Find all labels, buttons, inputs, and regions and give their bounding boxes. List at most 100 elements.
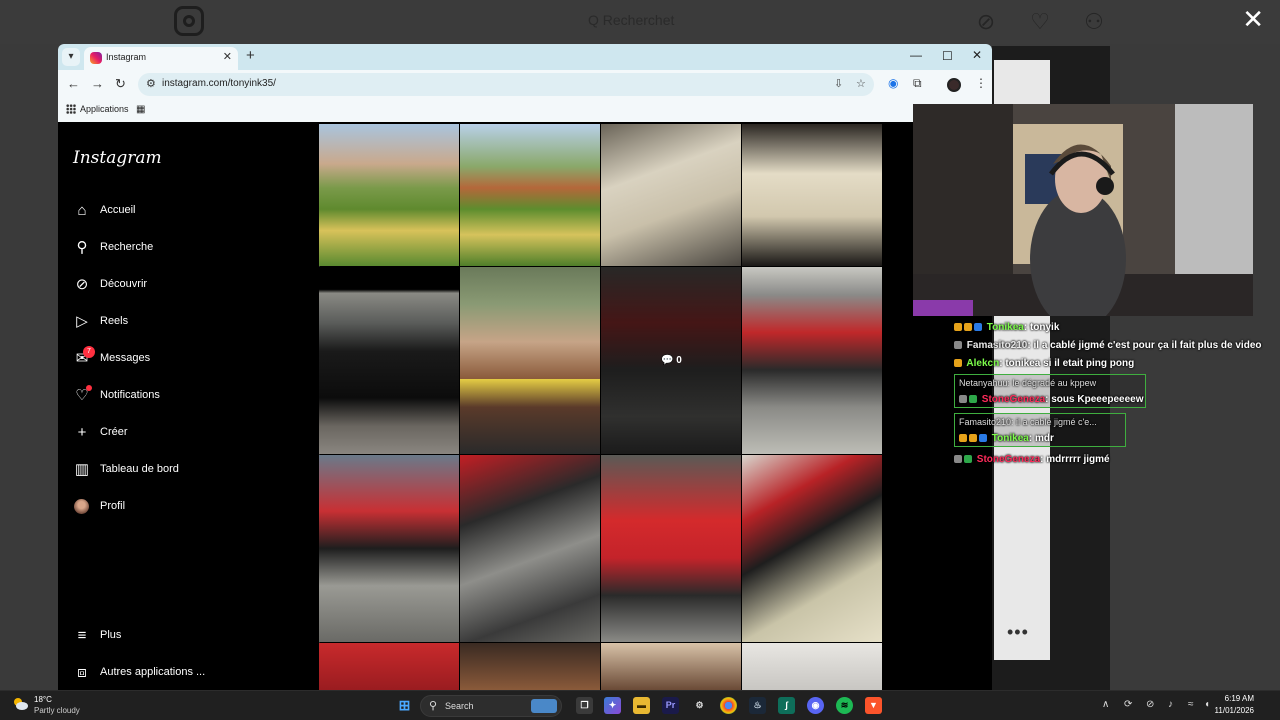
nav-plus[interactable]: ≡ Plus bbox=[73, 625, 303, 651]
post-grid: 💬 0 bbox=[319, 124, 883, 690]
windows-start-icon[interactable]: ⊞ bbox=[396, 697, 413, 714]
post-thumbnail[interactable] bbox=[319, 267, 459, 454]
site-info-icon[interactable]: ⚙ bbox=[146, 77, 156, 90]
nav-recherche[interactable]: ⚲ Recherche bbox=[73, 237, 303, 263]
tray-overflow-icon[interactable]: ∧ bbox=[1102, 699, 1109, 710]
wifi-icon[interactable]: ≈ bbox=[1188, 699, 1194, 710]
instagram-logo[interactable]: Instagram bbox=[73, 148, 162, 168]
search-icon: ⚲ bbox=[429, 700, 438, 712]
copilot-icon[interactable]: ✦ bbox=[604, 697, 621, 714]
settings-icon[interactable]: ⚙ bbox=[691, 697, 708, 714]
post-thumbnail[interactable]: 💬 0 bbox=[601, 267, 741, 454]
post-thumbnail[interactable] bbox=[460, 267, 600, 454]
heart-icon: ♡ bbox=[1030, 9, 1050, 34]
nav-label: Accueil bbox=[100, 204, 136, 216]
reload-button[interactable]: ↻ bbox=[115, 76, 126, 92]
menu-icon: ≡ bbox=[77, 627, 87, 644]
tab-search-button[interactable]: ▾ bbox=[62, 48, 80, 66]
bookmarks-bar: Applications ▦ bbox=[58, 98, 992, 122]
taskbar-search[interactable]: ⚲ Search bbox=[420, 695, 562, 717]
nav-label: Autres applications ... bbox=[100, 666, 206, 678]
install-app-icon[interactable]: ⇩ bbox=[834, 77, 843, 90]
extensions-icon[interactable]: ⧉ bbox=[913, 76, 922, 91]
post-thumbnail[interactable] bbox=[742, 455, 882, 642]
nav-label: Reels bbox=[100, 315, 129, 327]
app-icon[interactable]: ∫ bbox=[778, 697, 795, 714]
media-icon[interactable]: ◉ bbox=[888, 76, 898, 90]
sync-icon[interactable]: ⟳ bbox=[1124, 699, 1132, 710]
chat-message: Tonikea: tonyik bbox=[954, 322, 1059, 333]
more-dots-icon[interactable]: ••• bbox=[1007, 622, 1029, 643]
post-thumbnail[interactable] bbox=[460, 455, 600, 642]
instagram-page: Instagram ⌂ Accueil ⚲ Recherche ⊘ Découv… bbox=[58, 124, 992, 690]
post-thumbnail[interactable] bbox=[742, 643, 882, 690]
post-thumbnail[interactable] bbox=[601, 124, 741, 266]
post-thumbnail[interactable] bbox=[319, 124, 459, 266]
weather-temperature[interactable]: 18°C bbox=[34, 695, 52, 704]
apps-grid-icon[interactable] bbox=[66, 104, 76, 114]
nav-creer[interactable]: + Créer bbox=[73, 422, 303, 448]
brave-icon[interactable]: ▼ bbox=[865, 697, 882, 714]
nav-label: Recherche bbox=[100, 241, 154, 253]
avatar bbox=[74, 499, 89, 514]
instagram-favicon-icon bbox=[90, 52, 102, 64]
post-thumbnail[interactable] bbox=[319, 455, 459, 642]
chat-message: Famasito210: il a cablé jigmé c'est pour… bbox=[954, 340, 1262, 351]
post-thumbnail[interactable] bbox=[601, 455, 741, 642]
nav-notifications[interactable]: ♡ Notifications bbox=[73, 385, 303, 411]
url-text: instagram.com/tonyink35/ bbox=[162, 78, 276, 89]
nav-autres-applications[interactable]: ⧈ Autres applications ... bbox=[73, 662, 303, 688]
post-thumbnail[interactable] bbox=[742, 267, 882, 454]
chat-reply-context: Netanyahuu: le dégradé au kppew bbox=[959, 378, 1097, 388]
premiere-pro-icon[interactable]: Pr bbox=[662, 697, 679, 714]
notification-dot bbox=[86, 385, 92, 391]
nav-profil[interactable]: Profil bbox=[73, 496, 303, 522]
chat-message: Tonikea: mdr bbox=[959, 433, 1054, 444]
clock-time[interactable]: 6:19 AM bbox=[1225, 694, 1254, 703]
nav-messages[interactable]: ✉ 7 Messages bbox=[73, 346, 303, 374]
post-thumbnail[interactable] bbox=[460, 643, 600, 690]
address-bar[interactable]: ⚙ instagram.com/tonyink35/ ⇩ ☆ bbox=[138, 73, 874, 96]
microphone-icon[interactable]: ♪ bbox=[1168, 699, 1173, 710]
chat-message: StoneGeneza: mdrrrrr jigmé bbox=[954, 454, 1110, 465]
chat-reply-context: Famasito210: il a cablé jigmé c'e... bbox=[959, 417, 1097, 427]
browser-menu-icon[interactable]: ⋮ bbox=[975, 76, 987, 90]
discord-icon[interactable]: ◉ bbox=[807, 697, 824, 714]
maximize-button[interactable]: ☐ bbox=[942, 49, 953, 63]
minimize-button[interactable]: — bbox=[910, 48, 922, 62]
clock-date[interactable]: 11/01/2026 bbox=[1215, 706, 1254, 715]
compass-icon: ⊘ bbox=[75, 276, 89, 293]
dashboard-icon: ▥ bbox=[74, 461, 90, 478]
bookmark-applications[interactable]: Applications bbox=[80, 104, 129, 114]
search-icon: ⚲ bbox=[76, 239, 88, 256]
post-thumbnail[interactable] bbox=[460, 124, 600, 266]
nav-decouvrir[interactable]: ⊘ Découvrir bbox=[73, 274, 303, 300]
close-overlay-button[interactable]: ✕ bbox=[1242, 4, 1264, 35]
spotify-icon[interactable]: ≋ bbox=[836, 697, 853, 714]
chat-reply-box: Famasito210: il a cablé jigmé c'e... Ton… bbox=[954, 413, 1126, 447]
chrome-icon[interactable] bbox=[720, 697, 737, 714]
profile-avatar[interactable] bbox=[947, 78, 961, 92]
post-thumbnail[interactable] bbox=[742, 124, 882, 266]
forward-button[interactable]: → bbox=[91, 76, 104, 91]
file-explorer-icon[interactable]: ▬ bbox=[633, 697, 650, 714]
stream-chat: Tonikea: tonyik Famasito210: il a cablé … bbox=[950, 320, 1280, 470]
mute-icon[interactable]: ⊘ bbox=[1146, 699, 1154, 710]
post-thumbnail[interactable] bbox=[319, 643, 459, 690]
task-view-icon[interactable]: ❐ bbox=[576, 697, 593, 714]
tab-close-icon[interactable]: ✕ bbox=[223, 50, 232, 63]
post-thumbnail[interactable] bbox=[601, 643, 741, 690]
tab-instagram[interactable]: Instagram ✕ bbox=[84, 47, 238, 70]
bookmark-star-icon[interactable]: ☆ bbox=[856, 77, 866, 90]
weather-description[interactable]: Partly cloudy bbox=[34, 706, 80, 715]
nav-tableau-de-bord[interactable]: ▥ Tableau de bord bbox=[73, 459, 303, 485]
qr-icon[interactable]: ▦ bbox=[136, 104, 145, 115]
new-tab-button[interactable]: + bbox=[246, 47, 255, 64]
nav-accueil[interactable]: ⌂ Accueil bbox=[73, 200, 303, 226]
nav-label: Découvrir bbox=[100, 278, 148, 290]
nav-reels[interactable]: ▷ Reels bbox=[73, 311, 303, 337]
back-button[interactable]: ← bbox=[67, 76, 80, 91]
volume-icon[interactable]: ◖ bbox=[1204, 699, 1210, 710]
steam-icon[interactable]: ♨ bbox=[749, 697, 766, 714]
window-close-button[interactable]: ✕ bbox=[972, 48, 982, 62]
